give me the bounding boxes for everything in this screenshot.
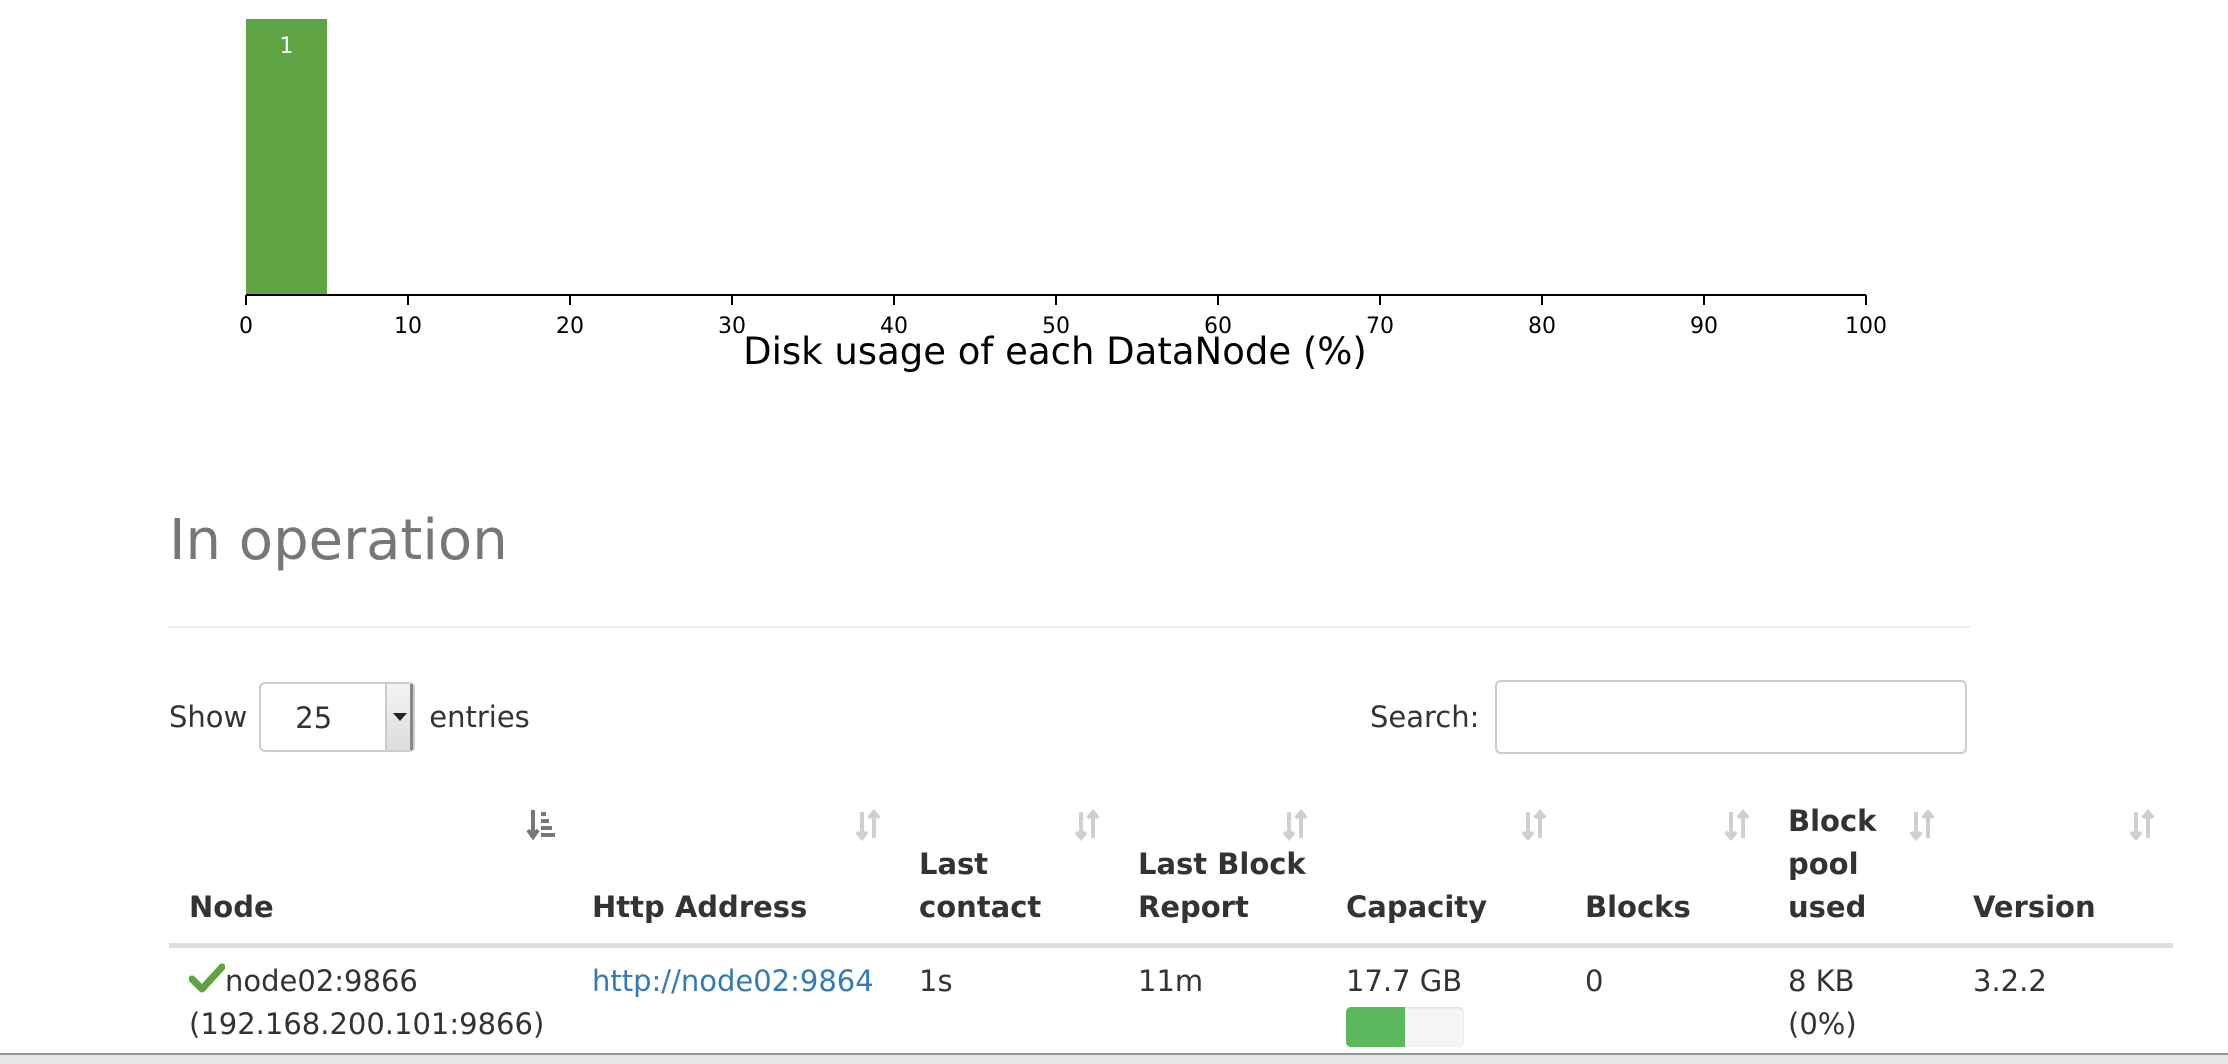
cell-node: node02:9866 (192.168.200.101:9866): [169, 946, 572, 1048]
window-bottom-edge: [0, 1053, 2228, 1064]
x-tick-label: 90: [1690, 314, 1718, 339]
cell-last-block-report: 11m: [1138, 964, 1204, 998]
x-tick-label: 100: [1845, 314, 1887, 339]
column-label-block-pool-used: Block pool used: [1788, 804, 1877, 924]
cell-http-address: http://node02:9864: [572, 946, 899, 1048]
column-header-version[interactable]: Version: [1953, 800, 2173, 948]
column-label-last-block-report: Last Block Report: [1138, 847, 1306, 924]
column-header-last-contact[interactable]: Last contact: [899, 800, 1118, 948]
column-header-blocks[interactable]: Blocks: [1565, 800, 1768, 948]
histogram-bars: 1: [246, 19, 327, 295]
block-pool-used-value: 8 KB: [1788, 964, 1855, 998]
sort-both-icon: [1282, 808, 1308, 842]
check-icon: [189, 963, 225, 993]
capacity-value: 17.7 GB: [1346, 964, 1463, 998]
search-label: Search:: [1370, 700, 1480, 734]
node-name: node02:9866: [225, 964, 418, 998]
x-axis-title: Disk usage of each DataNode (%): [743, 330, 1367, 373]
entries-length-control: Show 25 entries: [169, 680, 530, 754]
show-label: Show: [169, 700, 248, 734]
column-label-http-address: Http Address: [592, 890, 808, 924]
column-label-version: Version: [1973, 890, 2096, 924]
sort-both-icon: [855, 808, 881, 842]
column-header-http-address[interactable]: Http Address: [572, 800, 899, 948]
cell-blocks: 0: [1585, 964, 1604, 998]
capacity-progress-bar: [1346, 1007, 1464, 1047]
entries-label: entries: [429, 700, 530, 734]
disk-usage-histogram: 1 0 10 20 30 40 50 60 70 80 90 100 Disk usage of e…: [239, 19, 1887, 373]
cell-block-pool-used: 8 KB (0%): [1768, 946, 1953, 1048]
sort-both-icon: [1521, 808, 1547, 842]
http-address-link[interactable]: http://node02:9864: [592, 964, 874, 998]
capacity-progress-fill: [1346, 1007, 1405, 1047]
histogram-bar-label: 1: [280, 34, 294, 59]
sort-both-icon: [2129, 808, 2155, 842]
column-label-capacity: Capacity: [1346, 890, 1488, 924]
entries-select-value: 25: [295, 701, 333, 735]
table-header-row: Node Http Address Last contact Last Bloc…: [169, 800, 2173, 948]
column-header-capacity[interactable]: Capacity: [1326, 800, 1565, 948]
column-label-blocks: Blocks: [1585, 890, 1691, 924]
sort-both-icon: [1074, 808, 1100, 842]
histogram-bar: [246, 19, 327, 295]
column-label-last-contact: Last contact: [919, 847, 1042, 924]
sort-both-icon: [1909, 808, 1935, 842]
x-tick-label: 80: [1528, 314, 1556, 339]
sort-ascending-icon: [526, 810, 555, 841]
column-header-last-block-report[interactable]: Last Block Report: [1118, 800, 1326, 948]
x-tick-label: 0: [239, 314, 253, 339]
x-tick-label: 20: [556, 314, 584, 339]
search-input[interactable]: [1495, 680, 1968, 754]
cell-last-contact: 1s: [919, 964, 953, 998]
sort-both-icon: [1724, 808, 1750, 842]
section-title: In operation: [169, 508, 508, 573]
search-control: Search:: [1370, 680, 1968, 754]
dropdown-arrow[interactable]: [385, 684, 414, 750]
column-header-node[interactable]: Node: [169, 800, 572, 948]
column-label-node: Node: [189, 890, 274, 924]
x-tick-label: 70: [1366, 314, 1394, 339]
cell-version: 3.2.2: [1973, 964, 2047, 998]
column-header-block-pool-used[interactable]: Block pool used: [1768, 800, 1953, 948]
entries-select[interactable]: 25: [259, 682, 416, 752]
cell-capacity: 17.7 GB: [1326, 946, 1565, 1047]
table-row: node02:9866 (192.168.200.101:9866) http:…: [169, 946, 2173, 1048]
x-tick-label: 10: [394, 314, 422, 339]
caret-down-icon: [393, 713, 408, 721]
node-ip: (192.168.200.101:9866): [189, 1007, 545, 1041]
datanodes-table: Node Http Address Last contact Last Bloc…: [169, 800, 2173, 1047]
divider: [169, 626, 1970, 628]
x-tick-label: 30: [718, 314, 746, 339]
block-pool-used-percent: (0%): [1788, 1007, 1857, 1041]
